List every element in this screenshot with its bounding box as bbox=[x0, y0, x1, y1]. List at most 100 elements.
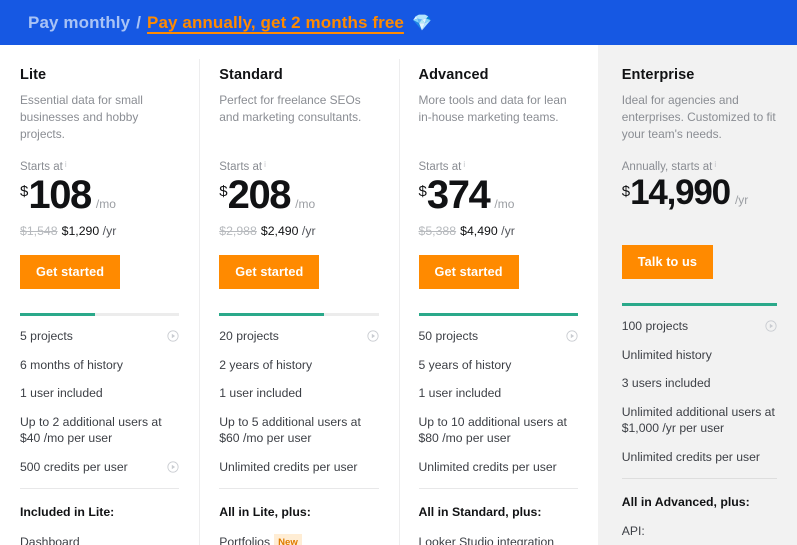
info-icon[interactable]: i bbox=[714, 161, 716, 169]
plan-progress-bar bbox=[20, 313, 180, 316]
starts-at-text: Starts at bbox=[418, 161, 462, 173]
play-circle-icon[interactable] bbox=[366, 330, 379, 342]
feature-label: Up to 2 additional users at $40 /mo per … bbox=[20, 414, 162, 446]
feature-label: 5 years of history bbox=[418, 357, 512, 372]
price-row: $108/mo bbox=[20, 175, 179, 215]
feature-item: Portfolios New bbox=[219, 533, 378, 545]
get-started-button[interactable]: Get started bbox=[219, 255, 320, 289]
discounted-yearly-price: $4,490 bbox=[460, 224, 498, 238]
feature-label: 20 projects bbox=[219, 329, 279, 343]
feature-label: 5 projects bbox=[20, 329, 73, 343]
yearly-period: /yr bbox=[497, 224, 515, 238]
original-yearly-price: $5,388 bbox=[418, 224, 457, 238]
feature-label: Up to 5 additional users at $60 /mo per … bbox=[219, 414, 361, 446]
feature-item: Looker Studio integration bbox=[419, 534, 578, 545]
feature-item: Unlimited credits per user bbox=[419, 459, 578, 476]
price-row: $208/mo bbox=[219, 175, 378, 215]
feature-item: Unlimited credits per user bbox=[622, 449, 777, 466]
feature-item: 100 projects bbox=[622, 318, 777, 335]
section-divider bbox=[621, 477, 777, 479]
info-icon[interactable]: i bbox=[463, 161, 465, 169]
plan-progress-fill bbox=[219, 313, 325, 316]
price-period: /mo bbox=[295, 197, 316, 211]
feature-label: Unlimited additional users at $1,000 /yr… bbox=[621, 404, 775, 436]
feature-item: 6 months of history bbox=[20, 357, 179, 374]
play-circle-icon[interactable] bbox=[167, 330, 179, 342]
plan-progress-fill bbox=[20, 313, 95, 316]
info-icon[interactable]: i bbox=[65, 161, 67, 169]
feature-label: Unlimited credits per user bbox=[621, 449, 760, 464]
talk-to-us-button[interactable]: Talk to us bbox=[621, 245, 714, 279]
starts-at-text: Starts at bbox=[20, 161, 63, 173]
feature-item: Dashboard bbox=[20, 534, 179, 545]
feature-item: 1 user included bbox=[20, 385, 179, 402]
play-circle-icon[interactable] bbox=[167, 461, 179, 473]
billing-annual-option[interactable]: Pay annually, get 2 months free bbox=[147, 13, 404, 33]
feature-label: 500 credits per user bbox=[20, 459, 128, 474]
feature-label: 1 user included bbox=[20, 386, 103, 401]
section-divider bbox=[418, 487, 578, 489]
price-amount: 108 bbox=[28, 173, 92, 217]
plan-progress-fill bbox=[621, 303, 777, 306]
pricing-plans-container: Lite Essential data for small businesses … bbox=[0, 45, 797, 545]
starts-at-label: Starts at i bbox=[219, 161, 378, 174]
gem-icon: 💎 bbox=[411, 14, 432, 32]
currency-symbol: $ bbox=[219, 183, 228, 200]
get-started-button[interactable]: Get started bbox=[418, 255, 519, 289]
currency-symbol: $ bbox=[621, 183, 631, 200]
section-divider bbox=[219, 487, 379, 489]
plan-name: Standard bbox=[219, 67, 283, 83]
plan-card-advanced: Advanced More tools and data for lean in-… bbox=[398, 45, 598, 545]
yearly-price-row: $2,988 $2,490 /yr bbox=[219, 224, 378, 238]
feature-item: Up to 2 additional users at $40 /mo per … bbox=[20, 414, 179, 447]
feature-item: 1 user included bbox=[419, 385, 578, 402]
price-row: $14,990/yr bbox=[622, 175, 777, 210]
price-amount: 374 bbox=[426, 173, 491, 217]
plan-card-standard: Standard Perfect for freelance SEOs and m… bbox=[199, 45, 399, 545]
currency-symbol: $ bbox=[418, 183, 427, 200]
feature-label: 1 user included bbox=[219, 386, 302, 401]
price-row: $374/mo bbox=[419, 175, 578, 215]
play-circle-icon[interactable] bbox=[765, 320, 777, 332]
plan-progress-bar bbox=[418, 313, 578, 316]
feature-label: 100 projects bbox=[621, 319, 689, 333]
plan-name: Advanced bbox=[418, 67, 489, 83]
feature-item: Up to 10 additional users at $80 /mo per… bbox=[419, 414, 578, 447]
feature-item: 500 credits per user bbox=[20, 459, 179, 476]
plan-description: Essential data for small businesses and … bbox=[20, 93, 143, 141]
plan-features-list: DashboardSite ExplorerKeywords ExplorerS… bbox=[20, 534, 179, 545]
price-period: /mo bbox=[494, 197, 515, 211]
feature-item: Unlimited history bbox=[622, 347, 777, 364]
yearly-price-row: $1,548 $1,290 /yr bbox=[20, 224, 179, 238]
plan-limits-list: 50 projects 5 years of history 1 user incl… bbox=[419, 328, 578, 476]
plan-limits-list: 5 projects 6 months of history 1 user incl… bbox=[20, 328, 179, 476]
get-started-button[interactable]: Get started bbox=[20, 255, 121, 289]
feature-label: 2 years of history bbox=[219, 357, 313, 372]
feature-item: Up to 5 additional users at $60 /mo per … bbox=[219, 414, 378, 447]
plan-features-list: Looker Studio integrationWeb ExplorerIma… bbox=[419, 534, 578, 545]
feature-item: 20 projects bbox=[219, 328, 379, 345]
original-yearly-price: $1,548 bbox=[20, 224, 58, 238]
plan-name: Lite bbox=[20, 67, 47, 83]
feature-group-title: All in Advanced, plus: bbox=[621, 494, 750, 509]
feature-label: Unlimited credits per user bbox=[418, 459, 557, 474]
feature-group-title: All in Lite, plus: bbox=[219, 504, 311, 519]
starts-at-label: Starts at i bbox=[20, 161, 179, 174]
currency-symbol: $ bbox=[20, 183, 29, 200]
info-icon[interactable]: i bbox=[264, 161, 266, 169]
yearly-period: /yr bbox=[99, 224, 117, 238]
plan-description: More tools and data for lean in-house ma… bbox=[418, 93, 567, 124]
feature-item: Unlimited additional users at $1,000 /yr… bbox=[622, 404, 777, 437]
feature-label: 3 users included bbox=[621, 376, 711, 391]
discounted-yearly-price: $2,490 bbox=[260, 224, 299, 238]
plan-progress-bar bbox=[621, 303, 777, 306]
play-circle-icon[interactable] bbox=[566, 330, 578, 342]
plan-card-lite: Lite Essential data for small businesses … bbox=[0, 45, 200, 545]
billing-toggle-bar: Pay monthly / Pay annually, get 2 months… bbox=[0, 0, 797, 45]
feature-label: Looker Studio integration bbox=[418, 534, 555, 545]
feature-label: Unlimited credits per user bbox=[219, 459, 358, 474]
billing-monthly-option[interactable]: Pay monthly bbox=[28, 13, 130, 33]
starts-at-label: Annually, starts at i bbox=[622, 161, 777, 174]
discounted-yearly-price: $1,290 bbox=[61, 224, 100, 238]
feature-label: Up to 10 additional users at $80 /mo per… bbox=[418, 414, 567, 446]
